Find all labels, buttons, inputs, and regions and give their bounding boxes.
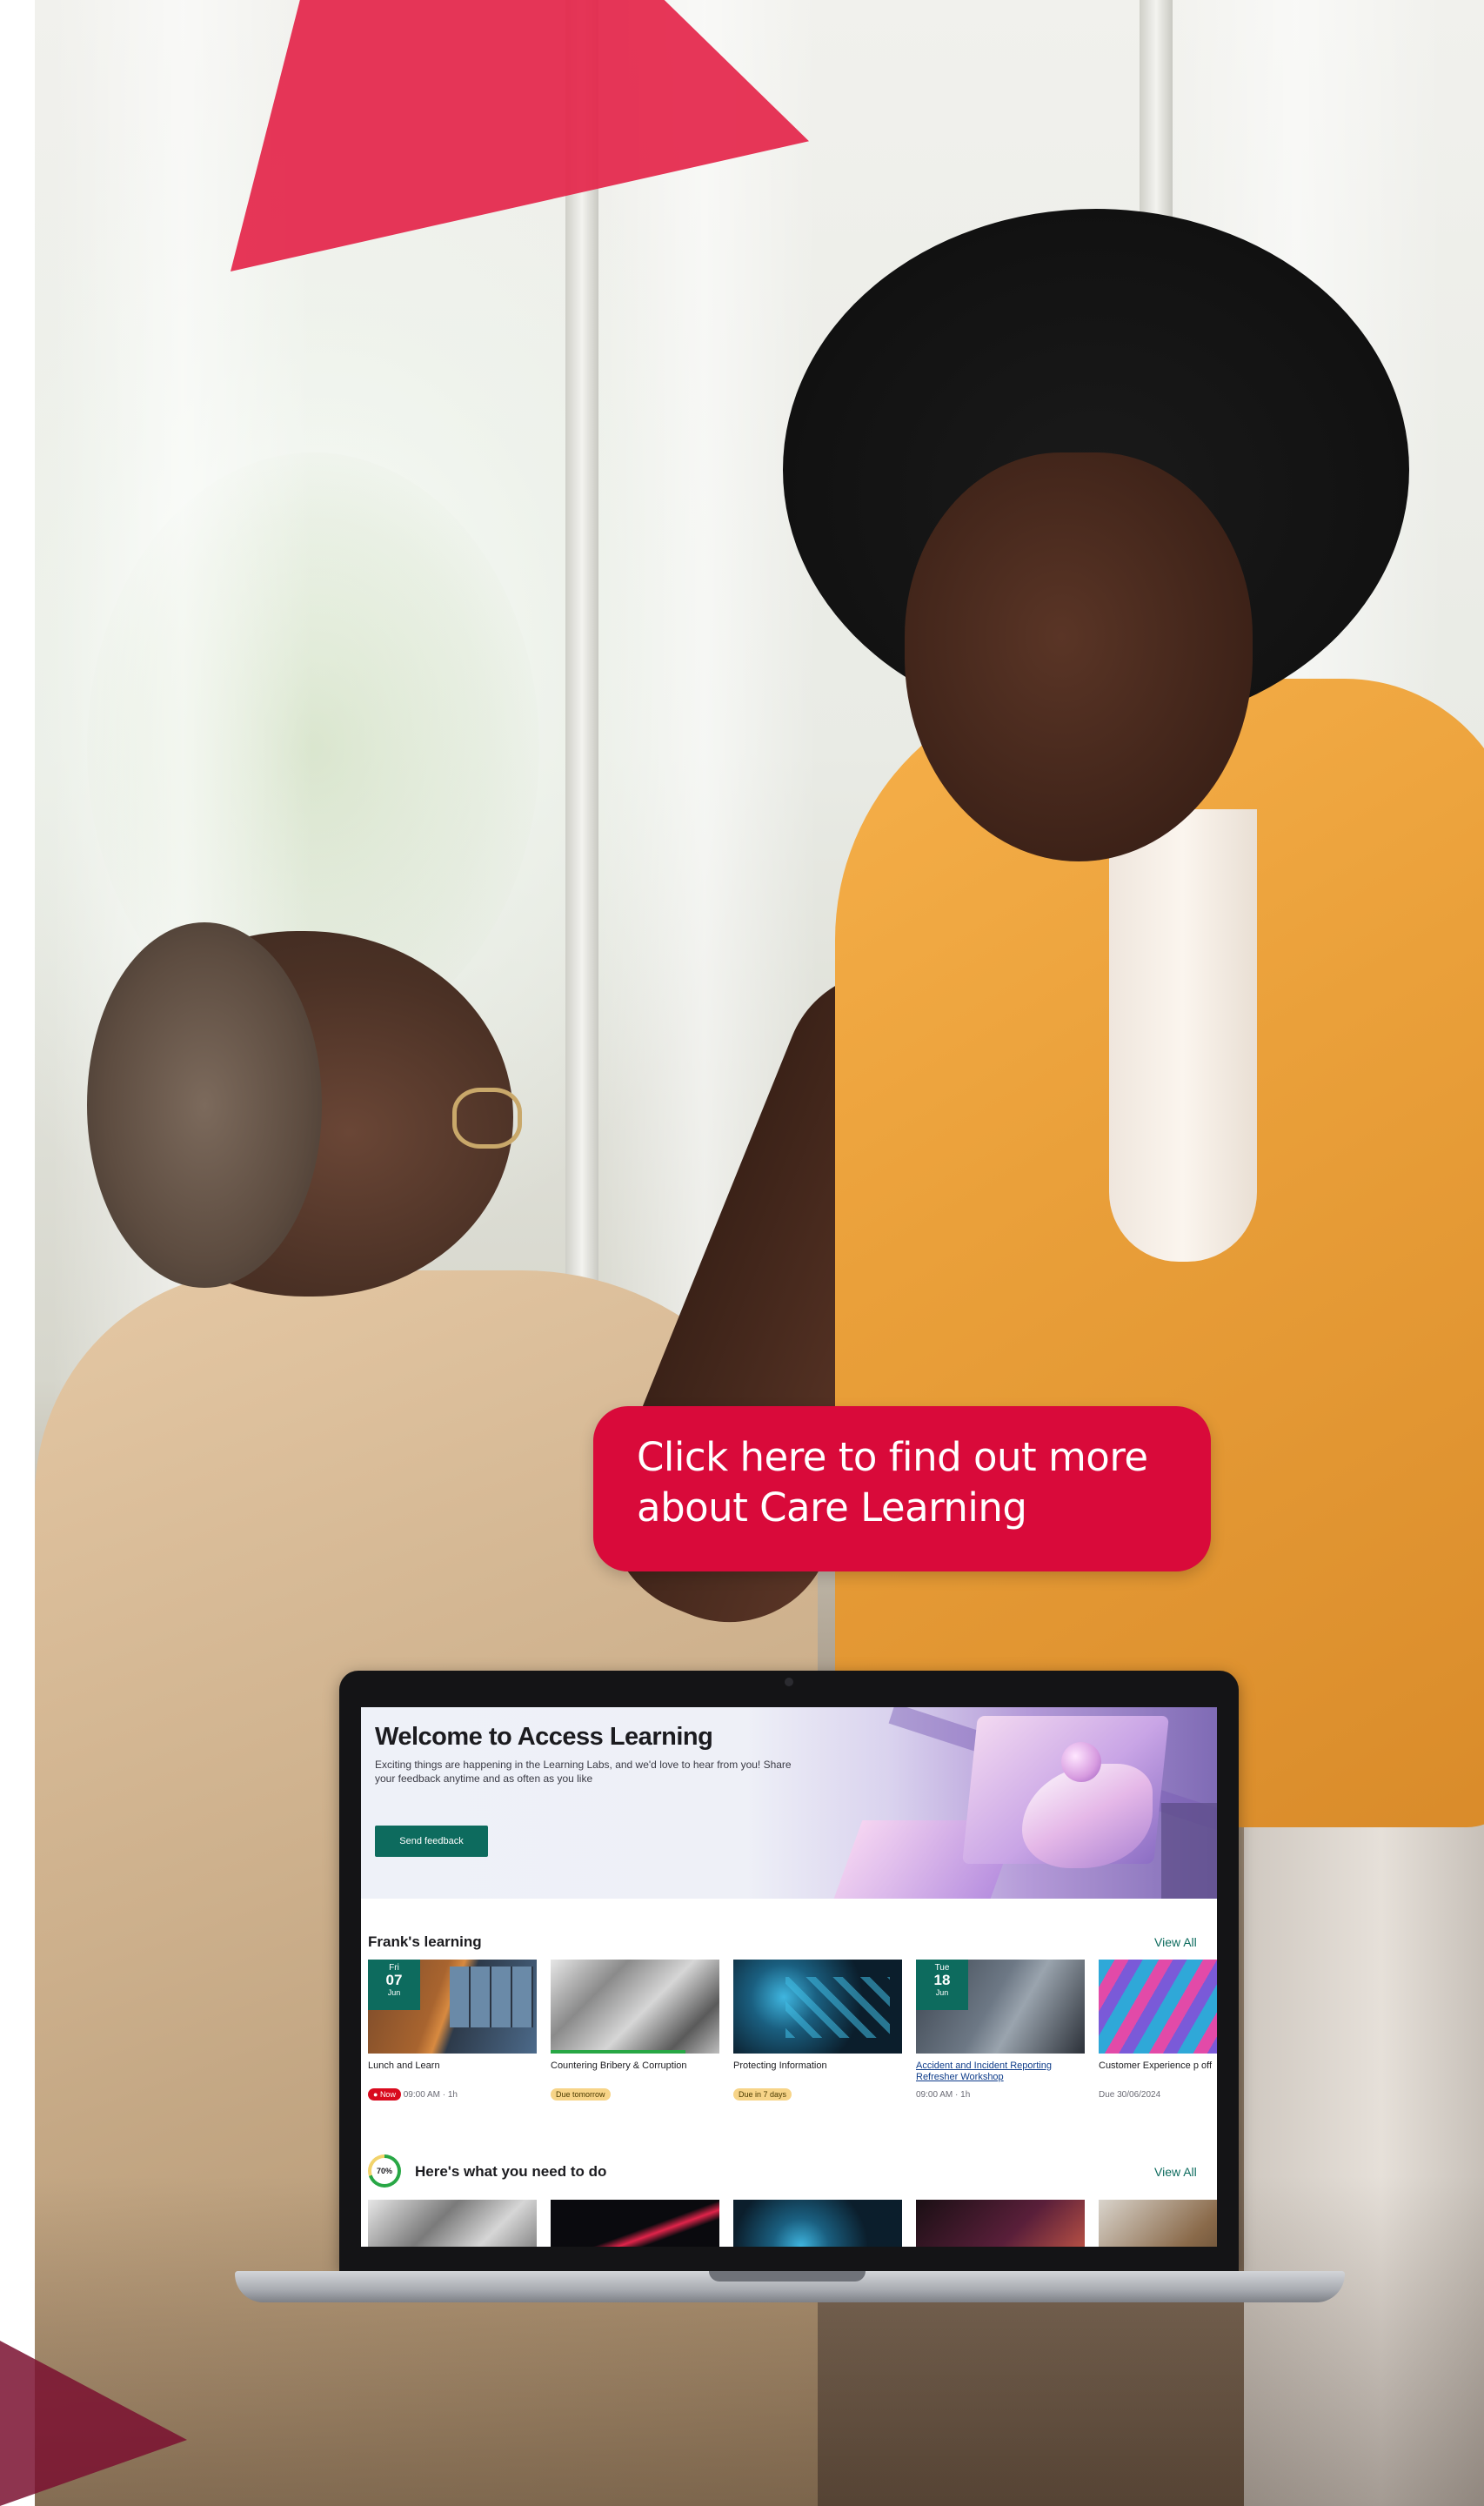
status-badge: Due in 7 days bbox=[733, 2088, 792, 2101]
todo-card[interactable] bbox=[368, 2200, 537, 2247]
badge-date: 07 bbox=[385, 1972, 403, 1988]
card-thumbnail bbox=[916, 2200, 1085, 2247]
todo-card[interactable] bbox=[916, 2200, 1085, 2247]
video-call-thumbnail bbox=[450, 1967, 533, 2027]
laptop-notch bbox=[709, 2271, 866, 2282]
todo-card[interactable] bbox=[733, 2200, 902, 2247]
cta-line-2: about Care Learning bbox=[637, 1484, 1027, 1531]
todo-card[interactable] bbox=[551, 2200, 719, 2247]
section-title-franks-learning: Frank's learning bbox=[368, 1933, 482, 1950]
card-meta: Due in 7 days bbox=[733, 2088, 902, 2102]
send-feedback-button[interactable]: Send feedback bbox=[375, 1826, 488, 1857]
badge-date: 18 bbox=[933, 1972, 951, 1988]
elderly-woman-hair bbox=[87, 922, 322, 1288]
card-title[interactable]: Accident and Incident Reporting Refreshe… bbox=[916, 2060, 1085, 2085]
view-all-link[interactable]: View All bbox=[1154, 1935, 1197, 1949]
status-badge: Due tomorrow bbox=[551, 2088, 611, 2101]
learning-card[interactable]: Countering Bribery & Corruption Due tomo… bbox=[551, 1960, 719, 2102]
page-title: Welcome to Access Learning bbox=[375, 1723, 713, 1751]
card-thumbnail bbox=[551, 1960, 719, 2054]
badge-day: Tue bbox=[934, 1963, 950, 1973]
completion-ring: 70% bbox=[368, 2154, 401, 2188]
card-thumbnail: Fri 07 Jun bbox=[368, 1960, 537, 2054]
card-due-date: Due 30/06/2024 bbox=[1099, 2090, 1161, 2100]
view-all-link[interactable]: View All bbox=[1154, 2165, 1197, 2179]
learning-card[interactable]: Customer Experience p off Due 30/06/2024 bbox=[1099, 1960, 1217, 2102]
badge-month: Jun bbox=[387, 1988, 401, 1997]
status-text: Now bbox=[379, 2090, 396, 2100]
card-thumbnail bbox=[733, 2200, 902, 2247]
card-time: 09:00 AM · 1h bbox=[403, 2090, 458, 2100]
card-title: Countering Bribery & Corruption bbox=[551, 2060, 687, 2071]
webcam bbox=[785, 1678, 793, 1686]
find-out-more-button[interactable]: Click here to find out more about Care L… bbox=[593, 1406, 1211, 1571]
card-thumbnail bbox=[368, 2200, 537, 2247]
page-subtitle: Exciting things are happening in the Lea… bbox=[375, 1759, 792, 1785]
cta-line-1: Click here to find out more bbox=[637, 1434, 1148, 1480]
laptop-screen: Welcome to Access Learning Exciting thin… bbox=[361, 1707, 1217, 2247]
learning-card[interactable]: Fri 07 Jun Lunch and Learn ● Now 09:00 A… bbox=[368, 1960, 537, 2102]
carer-face bbox=[905, 452, 1253, 861]
date-badge: Fri 07 Jun bbox=[368, 1960, 420, 2010]
laptop: Welcome to Access Learning Exciting thin… bbox=[339, 1671, 1239, 2271]
progress-bar bbox=[551, 2050, 686, 2054]
card-meta: Due tomorrow bbox=[551, 2088, 719, 2102]
welcome-banner: Welcome to Access Learning Exciting thin… bbox=[361, 1707, 1217, 1899]
carer-undershirt bbox=[1109, 809, 1257, 1262]
glasses bbox=[452, 1088, 522, 1149]
card-thumbnail bbox=[1099, 1960, 1217, 2054]
card-meta: ● Now 09:00 AM · 1h bbox=[368, 2088, 537, 2102]
banner-art bbox=[1061, 1742, 1101, 1782]
card-thumbnail bbox=[733, 1960, 902, 2054]
card-title: Protecting Information bbox=[733, 2060, 827, 2071]
card-thumbnail bbox=[1099, 2200, 1217, 2247]
badge-day: Fri bbox=[389, 1963, 399, 1973]
badge-month: Jun bbox=[935, 1988, 949, 1997]
network-graphic bbox=[785, 1977, 890, 2038]
date-badge: Tue 18 Jun bbox=[916, 1960, 968, 2010]
card-time: 09:00 AM · 1h bbox=[916, 2090, 971, 2100]
learning-card[interactable]: Tue 18 Jun Accident and Incident Reporti… bbox=[916, 1960, 1085, 2102]
card-thumbnail bbox=[551, 2200, 719, 2247]
todo-card[interactable] bbox=[1099, 2200, 1217, 2247]
banner-art bbox=[1161, 1803, 1217, 1899]
card-title: Customer Experience p off bbox=[1099, 2060, 1213, 2071]
learning-card[interactable]: Protecting Information Due in 7 days bbox=[733, 1960, 902, 2102]
section-title-todo: Here's what you need to do bbox=[415, 2163, 607, 2180]
card-thumbnail: Tue 18 Jun bbox=[916, 1960, 1085, 2054]
completion-percent: 70% bbox=[371, 2158, 398, 2184]
card-title: Lunch and Learn bbox=[368, 2060, 440, 2071]
status-badge: ● Now bbox=[368, 2088, 401, 2101]
